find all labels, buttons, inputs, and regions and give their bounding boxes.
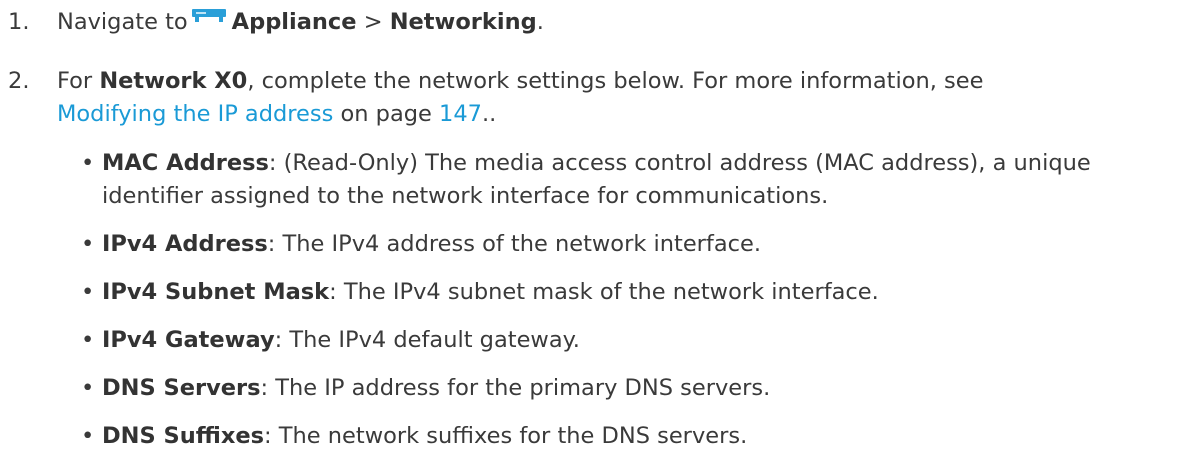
appliance-icon <box>191 7 226 25</box>
field-label: DNS Servers <box>102 375 261 401</box>
menu-networking: Networking <box>389 9 537 35</box>
field-label: IPv4 Address <box>102 231 268 257</box>
menu-appliance: Appliance <box>231 9 357 35</box>
field-label: MAC Address <box>102 150 269 176</box>
field-description: : The IPv4 default gateway. <box>274 327 580 353</box>
field-description: : The IPv4 subnet mask of the network in… <box>329 279 879 305</box>
network-name: Network X0 <box>99 68 248 94</box>
list-item: • IPv4 Address: The IPv4 address of the … <box>81 228 1171 261</box>
step-suffix: .. <box>481 101 497 127</box>
bullet: • <box>81 327 95 353</box>
field-label: IPv4 Subnet Mask <box>102 279 330 305</box>
step-prefix: For <box>57 68 93 94</box>
field-description: : The IPv4 address of the network interf… <box>267 231 762 257</box>
bullet: • <box>81 150 95 176</box>
bullet: • <box>81 375 95 401</box>
step-1-text: Navigate to Appliance > Networking. <box>57 6 1167 39</box>
bullet: • <box>81 231 95 257</box>
breadcrumb-separator: > <box>363 9 383 35</box>
step-number: 2. <box>8 68 30 94</box>
field-label: IPv4 Gateway <box>102 327 275 353</box>
list-item: • IPv4 Subnet Mask: The IPv4 subnet mask… <box>81 276 1171 309</box>
modifying-ip-address-link[interactable]: Modifying the IP address <box>57 101 333 127</box>
bullet: • <box>81 279 95 305</box>
step-suffix: . <box>536 9 544 35</box>
field-description: : The IP address for the primary DNS ser… <box>260 375 771 401</box>
step-text: , complete the network settings below. F… <box>247 68 984 94</box>
field-description: : The network suffixes for the DNS serve… <box>264 423 748 449</box>
list-item: • DNS Suffixes: The network suffixes for… <box>81 420 1171 453</box>
step-number: 1. <box>8 9 30 35</box>
document-page: 1. Navigate to Appliance > Networking. 2.… <box>0 0 1179 449</box>
list-item: • IPv4 Gateway: The IPv4 default gateway… <box>81 324 1171 357</box>
page-prefix: on page <box>340 101 432 127</box>
network-settings-list: • MAC Address: (Read-Only) The media acc… <box>81 147 1171 468</box>
step-prefix: Navigate to <box>57 9 188 35</box>
field-label: DNS Suffixes <box>102 423 265 449</box>
list-item: • MAC Address: (Read-Only) The media acc… <box>81 147 1171 213</box>
bullet: • <box>81 423 95 449</box>
step-2-text: For Network X0, complete the network set… <box>57 65 1167 131</box>
page-number-link[interactable]: 147 <box>439 101 482 127</box>
list-item: • DNS Servers: The IP address for the pr… <box>81 372 1171 405</box>
